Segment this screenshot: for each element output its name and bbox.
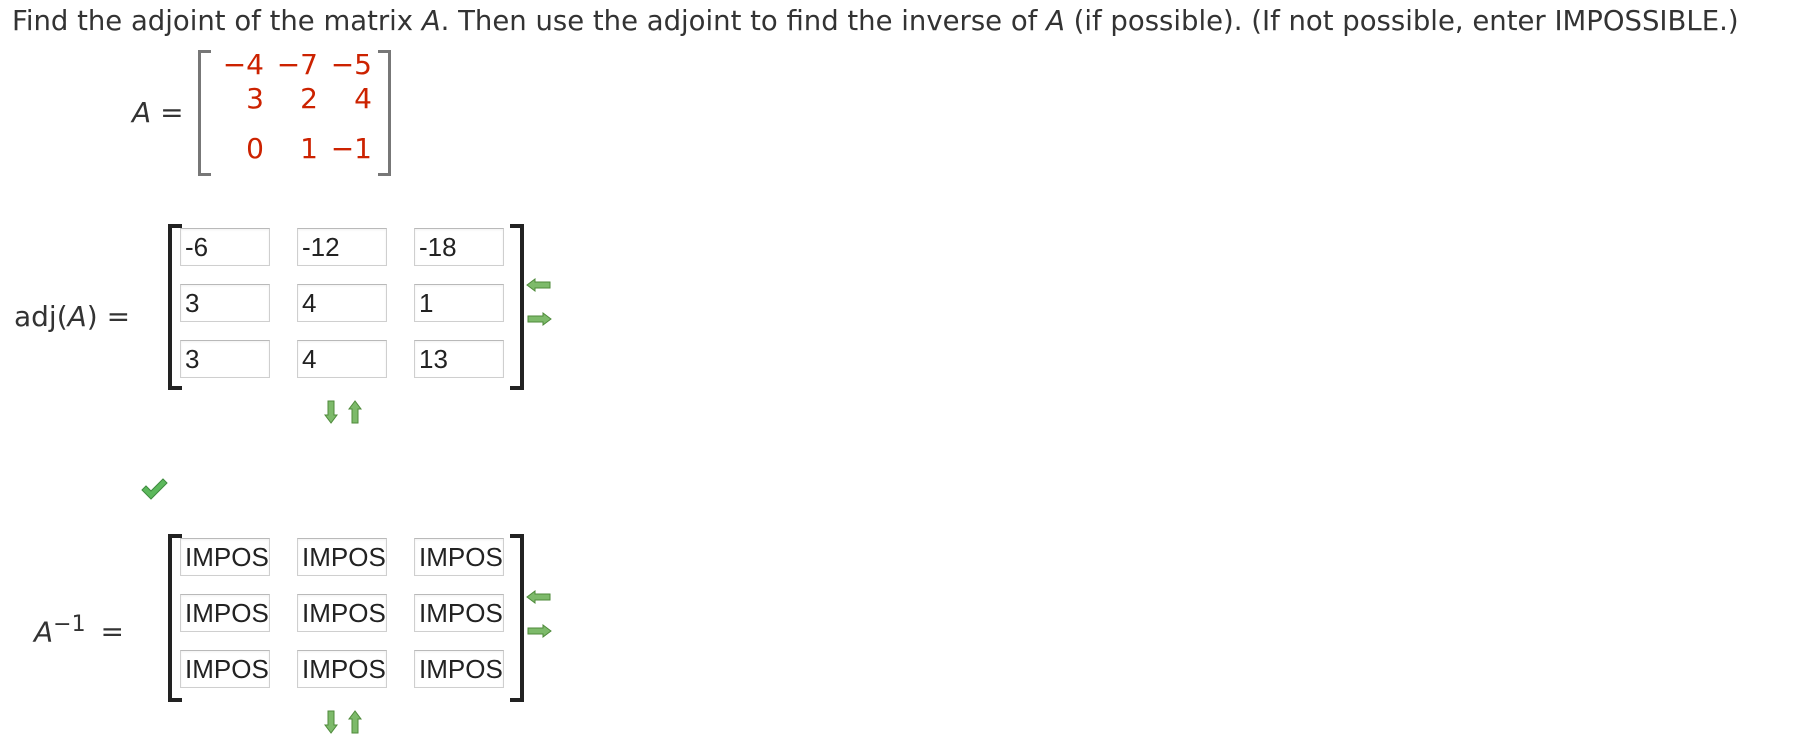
adj-cell-input[interactable]: 3 (180, 284, 270, 322)
adj-cell-input[interactable]: -6 (180, 228, 270, 266)
adj-cell-input[interactable]: 4 (297, 284, 387, 322)
adj-cell-input[interactable]: 3 (180, 340, 270, 378)
remove-column-arrow-left-icon[interactable] (526, 590, 552, 604)
adj-cell-input[interactable]: 4 (297, 340, 387, 378)
equals-sign: = (160, 96, 184, 129)
inverse-label-sup: −1 (53, 612, 86, 637)
adj-label-suffix: ) = (86, 300, 131, 333)
adj-cell-input[interactable]: -18 (414, 228, 504, 266)
inverse-cell-input[interactable]: IMPOSSIBLE (414, 594, 504, 632)
add-column-arrow-right-icon[interactable] (526, 312, 552, 326)
matrix-a-cell: −5 (330, 48, 372, 81)
inverse-cell-input[interactable]: IMPOSSIBLE (180, 538, 270, 576)
inverse-right-bracket (510, 534, 524, 702)
matrix-a-cell: 4 (354, 82, 372, 115)
remove-row-arrow-up-icon[interactable] (348, 400, 362, 424)
inverse-cell-input[interactable]: IMPOSSIBLE (180, 594, 270, 632)
matrix-a-cell: −1 (330, 132, 372, 165)
matrix-a-cell: 1 (300, 132, 318, 165)
inverse-cell-input[interactable]: IMPOSSIBLE (297, 594, 387, 632)
remove-row-arrow-up-icon[interactable] (348, 710, 362, 734)
matrix-a-cell: −4 (222, 48, 264, 81)
add-row-arrow-down-icon[interactable] (324, 400, 338, 424)
question-var: A (1046, 5, 1065, 37)
adj-label-var: A (67, 300, 87, 333)
question-var: A (421, 5, 441, 37)
matrix-a-cell: 2 (300, 82, 318, 115)
equals-sign: = (100, 615, 124, 649)
inverse-cell-input[interactable]: IMPOSSIBLE (414, 538, 504, 576)
question-part: . Then use the adjoint to find the inver… (440, 5, 1047, 37)
inverse-cell-input[interactable]: IMPOSSIBLE (297, 538, 387, 576)
inverse-cell-input[interactable]: IMPOSSIBLE (297, 650, 387, 688)
inverse-cell-input[interactable]: IMPOSSIBLE (180, 650, 270, 688)
question-part: (if possible). (If not possible, enter I… (1064, 5, 1739, 37)
matrix-a-var: A (132, 96, 152, 129)
matrix-a-left-bracket (198, 50, 211, 176)
inverse-cell-input[interactable]: IMPOSSIBLE (414, 650, 504, 688)
question-text: Find the adjoint of the matrix A. Then u… (12, 2, 1802, 40)
remove-column-arrow-left-icon[interactable] (526, 278, 552, 292)
matrix-a-label: A = (132, 96, 184, 129)
add-row-arrow-down-icon[interactable] (324, 710, 338, 734)
inverse-label-var: A (34, 615, 54, 649)
adj-cell-input[interactable]: 1 (414, 284, 504, 322)
inverse-label: A−1 = (34, 612, 124, 648)
checkmark-icon (141, 478, 168, 500)
adj-label-prefix: adj( (14, 300, 68, 333)
matrix-a-cell: 3 (246, 82, 264, 115)
adj-cell-input[interactable]: -12 (297, 228, 387, 266)
matrix-a-right-bracket (378, 50, 391, 176)
question-part: Find the adjoint of the matrix (12, 5, 422, 37)
adj-cell-input[interactable]: 13 (414, 340, 504, 378)
adj-right-bracket (510, 224, 524, 390)
add-column-arrow-right-icon[interactable] (526, 624, 552, 638)
adj-label: adj(A) = (14, 300, 130, 333)
matrix-a-cell: 0 (246, 132, 264, 165)
matrix-a-cell: −7 (276, 48, 318, 81)
